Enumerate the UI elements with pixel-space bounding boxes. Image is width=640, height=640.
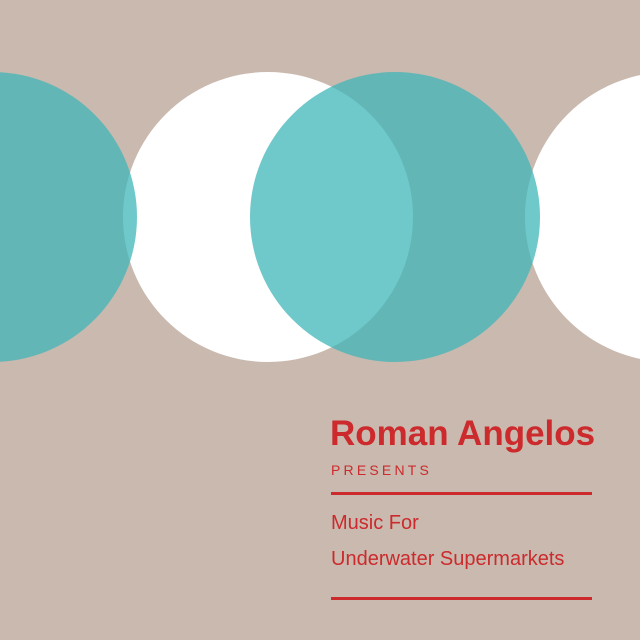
teal-circle-left xyxy=(0,72,137,362)
album-title-line-2: Underwater Supermarkets xyxy=(331,548,565,570)
presents-label: PRESENTS xyxy=(331,462,433,478)
bottom-divider xyxy=(331,597,592,600)
top-divider xyxy=(331,492,592,495)
teal-circle-center-right xyxy=(250,72,540,362)
white-circle-right xyxy=(525,75,640,359)
album-cover: Roman Angelos PRESENTS Music For Underwa… xyxy=(0,0,640,640)
album-title-line-1: Music For xyxy=(331,512,419,534)
circles-artwork xyxy=(0,72,640,362)
artist-name: Roman Angelos xyxy=(330,414,596,453)
